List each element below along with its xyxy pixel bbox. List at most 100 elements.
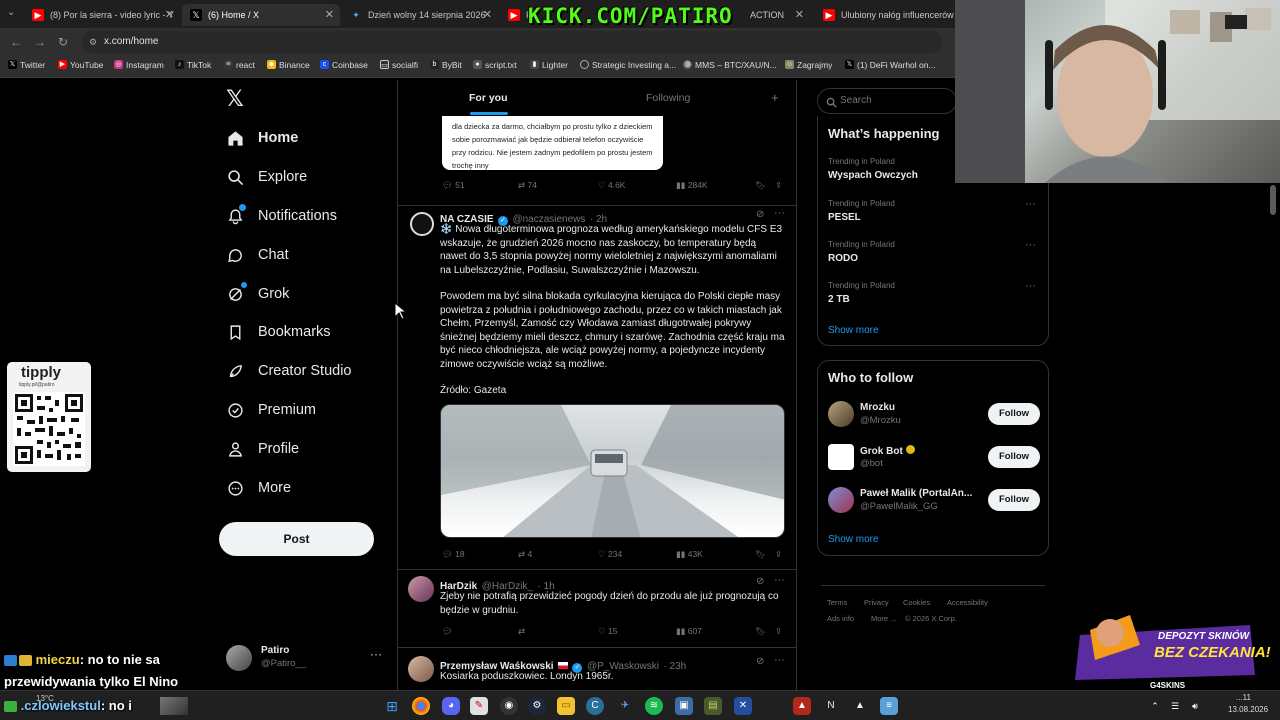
account-switcher[interactable]: Patiro @Patiro__ ··· [226,643,386,675]
share-icon[interactable]: ⇪ [775,180,782,191]
app-x-icon[interactable]: ✕ [734,697,752,715]
share-icon[interactable]: ⇪ [775,626,782,637]
more-dots-icon[interactable]: ··· [1025,239,1036,251]
repost-button[interactable]: ⇄ [518,626,525,637]
trend-item[interactable]: Trending in Poland RODO ··· [818,235,1048,275]
bookmark-tiktok[interactable]: ♪ TikTok [175,60,211,70]
volume-icon[interactable]: 🔊︎ [1186,697,1204,715]
bookmark-icon[interactable]: 🔖︎ [755,180,766,191]
post-hardzik[interactable]: HarDzik @HarDzik_ · 1h ⊘ ··· Zjeby nie p… [398,570,796,648]
app-tool-icon[interactable]: ✈ [616,697,634,715]
repost-button[interactable]: ⇄ 74 [518,180,537,191]
tab-action[interactable]: ACTION ✕ [730,4,810,26]
bookmark-lighter[interactable]: ▮ Lighter [530,60,568,70]
follow-button[interactable]: Follow [988,403,1040,425]
bookmark-instagram[interactable]: ◎ Instagram [114,60,164,70]
footer-more[interactable]: More ... [871,614,896,623]
reply-button[interactable]: 💬︎ 18 [442,549,465,560]
more-dots-icon[interactable]: ··· [774,574,785,586]
bookmark-script[interactable]: ● script.txt [473,60,517,70]
app-disk-icon[interactable]: ▣ [675,697,693,715]
views-button[interactable]: ▮▮ 607 [676,626,702,637]
footer-cookies[interactable]: Cookies [903,598,930,607]
more-dots-icon[interactable]: ··· [370,647,382,661]
nav-bookmarks[interactable]: Bookmarks [226,320,331,344]
notes-icon[interactable]: ▤ [704,697,722,715]
discord-icon[interactable]: ◕ [442,697,460,715]
close-icon[interactable]: ✕ [325,8,334,21]
explorer-icon[interactable]: ▭ [557,697,575,715]
tab-home-x[interactable]: 𝕏 (6) Home / X ✕ [182,4,340,26]
post-image-snowy-road[interactable] [440,404,785,538]
clock-time[interactable]: ...11 [1236,693,1251,702]
app-n-icon[interactable]: N [822,697,840,715]
bookmark-icon[interactable]: 🔖︎ [755,549,766,560]
bookmark-socialfi[interactable]: ▭ socialfi [380,60,418,70]
more-dots-icon[interactable]: ··· [774,654,785,666]
add-feed-icon[interactable]: + [771,90,779,105]
tab-search-icon[interactable]: ⌄ [7,7,15,18]
bookmark-bybit[interactable]: b ByBit [430,60,462,70]
forward-icon[interactable]: → [34,35,46,49]
tray-chevron-icon[interactable]: ⌃ [1146,697,1164,715]
tab-youtube-por-la-sierra[interactable]: ▶ (8) Por la sierra - video lyric - Y ✕ [24,4,180,26]
repost-button[interactable]: ⇄ 4 [518,549,532,560]
follow-suggestion[interactable]: Mrozku @Mrozku Follow [818,397,1048,437]
nav-home[interactable]: Home [226,126,298,150]
spotify-icon[interactable]: ≋ [645,697,663,715]
reply-button[interactable]: 💬︎ [442,626,453,637]
share-icon[interactable]: ⇪ [775,549,782,560]
bookmark-mms[interactable]: ◍ MMS – BTC/XAU/N... [683,60,777,70]
bookmark-youtube[interactable]: ▶ YouTube [58,60,103,70]
post-button[interactable]: Post [219,522,374,556]
nav-chat[interactable]: Chat [226,243,289,267]
windows-start-icon[interactable]: ⊞ [383,697,401,715]
search-input[interactable]: Search [817,88,957,114]
footer-terms[interactable]: Terms [827,598,847,607]
x-logo-icon[interactable]: 𝕏 [226,86,244,112]
show-more-link[interactable]: Show more [828,325,879,336]
follow-button[interactable]: Follow [988,489,1040,511]
grok-icon[interactable]: ⊘ [756,209,764,220]
nav-notifications[interactable]: Notifications [226,204,337,228]
bookmark-twitter[interactable]: 𝕏 Twitter [8,60,45,70]
network-icon[interactable]: ☰ [1166,697,1184,715]
steam-icon[interactable]: ⚙ [528,697,546,715]
nav-explore[interactable]: Explore [226,165,307,189]
close-icon[interactable]: ✕ [165,8,174,21]
like-button[interactable]: ♡ 234 [598,549,622,560]
like-button[interactable]: ♡ 15 [598,626,617,637]
footer-ads-info[interactable]: Ads info [827,614,854,623]
bookmark-strategic-investing[interactable]: Strategic Investing a... [580,60,676,70]
tab-for-you[interactable]: For you [469,92,508,104]
bookmark-binance[interactable]: ◆ Binance [267,60,310,70]
follow-suggestion[interactable]: Paweł Malik (PortalAn... @PawelMalik_GG … [818,483,1048,523]
nav-more[interactable]: More [226,476,291,500]
grok-icon[interactable]: ⊘ [756,656,764,667]
app-bell-icon[interactable]: ▲ [851,697,869,715]
post-na-czasie[interactable]: NA CZASIE ✓ @naczasienews · 2h ⊘ ··· ❄️ … [398,206,796,570]
trend-item[interactable]: Trending in Poland 2 TB ··· [818,276,1048,316]
footer-accessibility[interactable]: Accessibility [947,598,988,607]
url-field[interactable]: ⚙ x.com/home [82,31,942,53]
tab-dzien-wolny[interactable]: ✦ Dzień wolny 14 sierpnia 2026 ✕ [342,4,498,26]
reload-icon[interactable]: ↻ [58,35,68,49]
bookmark-zagrajmy[interactable]: ☺ Zagrajmy [785,60,832,70]
tab-following[interactable]: Following [646,92,690,104]
nav-grok[interactable]: Grok [226,282,289,306]
reply-button[interactable]: 💬︎ 51 [442,180,465,191]
follow-suggestion[interactable]: Grok Bot @bot Follow [818,440,1048,480]
page-scrollbar[interactable] [1270,185,1276,215]
notepad-icon[interactable]: ≡ [880,697,898,715]
chrome-icon[interactable] [412,697,430,715]
show-more-link[interactable]: Show more [828,534,879,545]
more-dots-icon[interactable]: ··· [1025,280,1036,292]
tab-youtube-p[interactable]: ▶ P [500,4,530,26]
grok-icon[interactable]: ⊘ [756,576,764,587]
bookmark-coinbase[interactable]: c Coinbase [320,60,368,70]
nav-profile[interactable]: Profile [226,437,299,461]
bookmark-react[interactable]: ⚛ react [224,60,255,70]
tab-youtube-ulubiony-nalog[interactable]: ▶ Ulubiony nałóg influencerów - [815,4,955,26]
clock-date[interactable]: 13.08.2026 [1228,705,1268,714]
footer-privacy[interactable]: Privacy [864,598,889,607]
